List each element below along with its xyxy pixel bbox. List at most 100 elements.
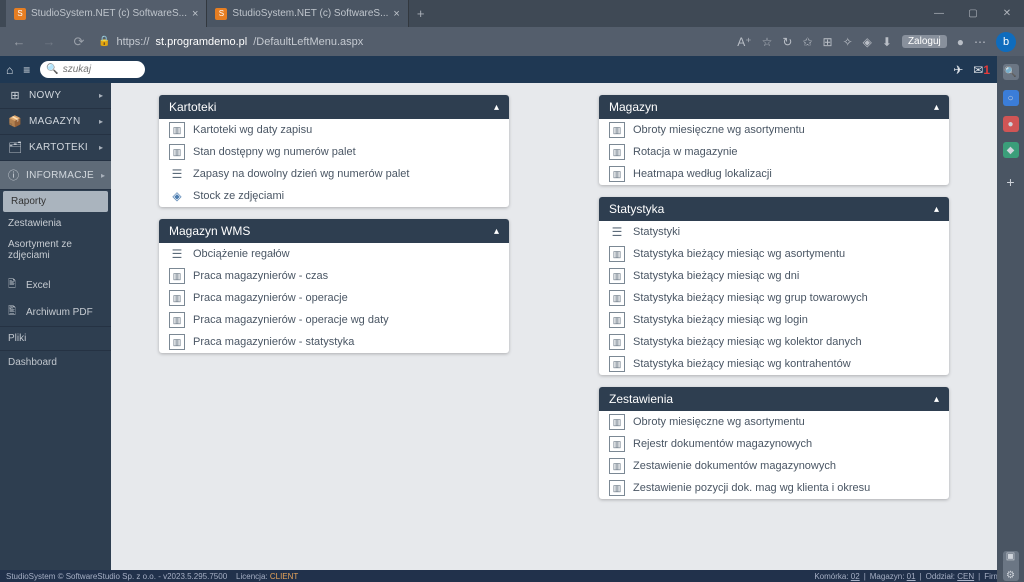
sync-icon[interactable]: ↻ xyxy=(782,35,792,49)
sidebar-file-label: Archiwum PDF xyxy=(26,307,93,318)
card-row-label: Praca magazynierów - operacje xyxy=(193,292,348,304)
forward-button[interactable]: → xyxy=(38,34,60,49)
read-aloud-icon[interactable]: A⁺ xyxy=(737,35,751,49)
card-row[interactable]: ☰Zapasy na dowolny dzień wg numerów pale… xyxy=(159,163,509,185)
collapse-icon[interactable]: ▴ xyxy=(934,102,939,113)
collapse-icon[interactable]: ▴ xyxy=(934,204,939,215)
sidebar-section-section_dashboard[interactable]: Dashboard xyxy=(0,350,111,374)
sidebar: ⊞NOWY▸📦MAGAZYN▸🗂KARTOTEKI▸ⓘINFORMACJE▸Ra… xyxy=(0,83,111,570)
card-row[interactable]: ▥Stan dostępny wg numerów palet xyxy=(159,141,509,163)
card-row-label: Stock ze zdjęciami xyxy=(193,190,284,202)
search-input[interactable] xyxy=(63,64,140,75)
card-row[interactable]: ▥Praca magazynierów - statystyka xyxy=(159,331,509,353)
maximize-icon[interactable]: ▢ xyxy=(956,0,990,27)
star-icon[interactable]: ☆ xyxy=(762,35,773,49)
favorites-icon[interactable]: ✩ xyxy=(802,35,812,49)
cards-column-left: Kartoteki▴▥Kartoteki wg daty zapisu▥Stan… xyxy=(159,95,509,353)
sidebar-subitem-2[interactable]: Asortyment ze zdjęciami xyxy=(0,234,111,266)
footer-cell: Komórka: 02 xyxy=(814,572,859,581)
card-row[interactable]: ▥Zestawienie pozycji dok. mag wg klienta… xyxy=(599,477,949,499)
menu-icon[interactable]: ≡ xyxy=(23,63,30,77)
footer: StudioSystem © SoftwareStudio Sp. z o.o.… xyxy=(0,570,1024,582)
edge-tool-icon[interactable]: ● xyxy=(1003,116,1019,132)
back-button[interactable]: ← xyxy=(8,34,30,49)
browser-tab-0[interactable]: S StudioSystem.NET (c) SoftwareS... × xyxy=(6,0,207,27)
card-row[interactable]: ◈Stock ze zdjęciami xyxy=(159,185,509,207)
mail-icon[interactable]: ✉1 xyxy=(973,63,990,77)
card-row[interactable]: ▥Heatmapa według lokalizacji xyxy=(599,163,949,185)
card-row[interactable]: ▥Rejestr dokumentów magazynowych xyxy=(599,433,949,455)
card-row[interactable]: ▥Statystyka bieżący miesiąc wg dni xyxy=(599,265,949,287)
search-box[interactable]: 🔍 xyxy=(40,61,145,78)
profile-icon[interactable]: ● xyxy=(957,35,964,49)
close-icon[interactable]: × xyxy=(393,8,399,20)
browser-tab-1[interactable]: S StudioSystem.NET (c) SoftwareS... × xyxy=(207,0,408,27)
sidebar-item-icon: ⊞ xyxy=(8,89,22,102)
edge-tool-icon[interactable]: ◆ xyxy=(1003,142,1019,158)
bing-icon[interactable]: b xyxy=(996,32,1016,52)
refresh-button[interactable]: ⟳ xyxy=(68,34,90,50)
edge-inbox-icon[interactable]: ▣ xyxy=(1003,551,1019,562)
url-field[interactable]: 🔒 https://st.programdemo.pl/DefaultLeftM… xyxy=(98,36,729,48)
card-title: Zestawienia xyxy=(609,392,673,406)
collapse-icon[interactable]: ▴ xyxy=(494,102,499,113)
sidebar-file-1[interactable]: 🖺Archiwum PDF xyxy=(0,299,111,326)
extensions-icon[interactable]: ✧ xyxy=(843,35,853,49)
card-row[interactable]: ▥Statystyka bieżący miesiąc wg kolektor … xyxy=(599,331,949,353)
sidebar-item-2[interactable]: 🗂KARTOTEKI▸ xyxy=(0,135,111,161)
edge-tool-icon[interactable]: ○ xyxy=(1003,90,1019,106)
sidebar-item-3[interactable]: ⓘINFORMACJE▸ xyxy=(0,161,111,190)
login-button[interactable]: Zaloguj xyxy=(902,35,947,48)
edge-search-icon[interactable]: 🔍 xyxy=(1003,64,1019,80)
sidebar-item-0[interactable]: ⊞NOWY▸ xyxy=(0,83,111,109)
card-header[interactable]: Zestawienia ▴ xyxy=(599,387,949,411)
report-icon: ▥ xyxy=(169,290,185,306)
sidebar-file-0[interactable]: 🖹Excel xyxy=(0,272,111,299)
card-row[interactable]: ▥Obroty miesięczne wg asortymentu xyxy=(599,119,949,141)
card-row[interactable]: ▥Statystyka bieżący miesiąc wg login xyxy=(599,309,949,331)
file-icon: 🖹 xyxy=(8,277,20,294)
plane-icon[interactable]: ✈ xyxy=(953,63,963,77)
collections-icon[interactable]: ⊞ xyxy=(823,35,833,49)
card-row[interactable]: ▥Statystyka bieżący miesiąc wg grup towa… xyxy=(599,287,949,309)
footer-right: Komórka: 02 | Magazyn: 01 | Oddział: CEN… xyxy=(814,572,1018,581)
card-row[interactable]: ▥Zestawienie dokumentów magazynowych xyxy=(599,455,949,477)
minimize-icon[interactable]: — xyxy=(922,0,956,27)
close-window-icon[interactable]: ✕ xyxy=(990,0,1024,27)
home-icon[interactable]: ⌂ xyxy=(6,63,13,77)
card-row-label: Obroty miesięczne wg asortymentu xyxy=(633,124,805,136)
url-prefix: https:// xyxy=(116,36,149,48)
new-tab-button[interactable]: + xyxy=(409,0,433,27)
card-header[interactable]: Kartoteki▴ xyxy=(159,95,509,119)
edge-settings-icon[interactable]: ⚙ xyxy=(1003,570,1019,581)
collapse-icon[interactable]: ▴ xyxy=(934,394,939,405)
close-icon[interactable]: × xyxy=(192,8,198,20)
card-row[interactable]: ▥Praca magazynierów - czas xyxy=(159,265,509,287)
sidebar-subitem-1[interactable]: Zestawienia xyxy=(0,213,111,234)
card-row[interactable]: ▥Statystyka bieżący miesiąc wg asortymen… xyxy=(599,243,949,265)
favicon-icon: S xyxy=(215,8,227,20)
card-row-label: Statystyka bieżący miesiąc wg dni xyxy=(633,270,799,282)
edge-add-icon[interactable]: + xyxy=(1003,174,1019,190)
card-row[interactable]: ▥Kartoteki wg daty zapisu xyxy=(159,119,509,141)
sidebar-subitem-0[interactable]: Raporty xyxy=(3,191,108,212)
card-header[interactable]: Statystyka▴ xyxy=(599,197,949,221)
card-row[interactable]: ▥ Praca magazynierów - operacje xyxy=(159,287,509,309)
collapse-icon[interactable]: ▴ xyxy=(494,226,499,237)
download-icon[interactable]: ⬇ xyxy=(882,35,892,49)
card-row[interactable]: ▥Rotacja w magazynie xyxy=(599,141,949,163)
card-header[interactable]: Magazyn WMS▴ xyxy=(159,219,509,243)
cards-column-right: Magazyn▴▥Obroty miesięczne wg asortyment… xyxy=(599,95,949,499)
card-row[interactable]: ▥Obroty miesięczne wg asortymentu xyxy=(599,411,949,433)
sidebar-item-1[interactable]: 📦MAGAZYN▸ xyxy=(0,109,111,135)
card-row[interactable]: ▥Praca magazynierów - operacje wg daty xyxy=(159,309,509,331)
card-header[interactable]: Magazyn▴ xyxy=(599,95,949,119)
footer-license-value[interactable]: CLIENT xyxy=(270,572,298,581)
more-icon[interactable]: ⋯ xyxy=(974,35,986,49)
card-row[interactable]: ☰Obciążenie regałów xyxy=(159,243,509,265)
card-row[interactable]: ☰Statystyki xyxy=(599,221,949,243)
sidebar-section-section_pliki[interactable]: Pliki xyxy=(0,326,111,350)
shield-icon[interactable]: ◈ xyxy=(863,35,872,49)
card-row-label: Heatmapa według lokalizacji xyxy=(633,168,772,180)
card-row[interactable]: ▥Statystyka bieżący miesiąc wg kontrahen… xyxy=(599,353,949,375)
